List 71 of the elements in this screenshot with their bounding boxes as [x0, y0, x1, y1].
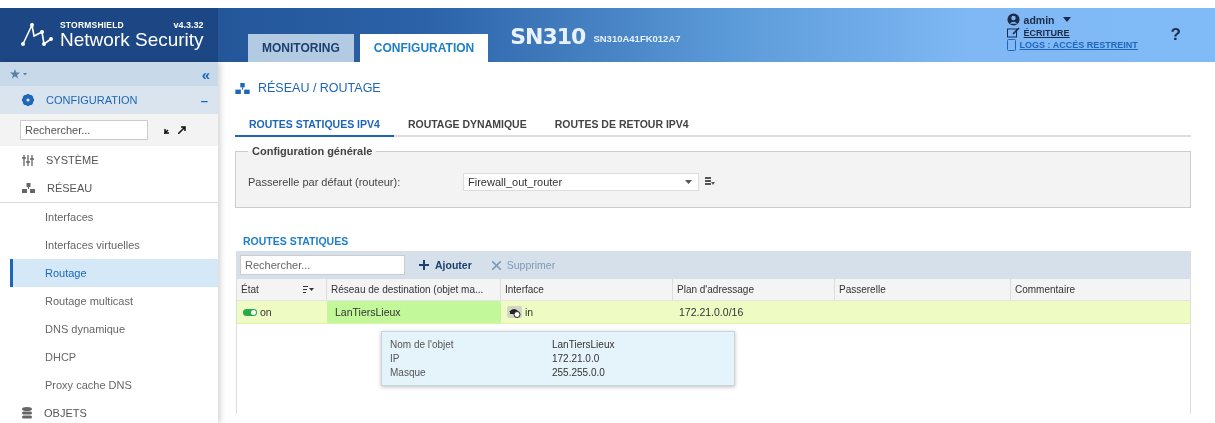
collapse-toggle[interactable]: – — [200, 92, 208, 108]
tooltip-value: 255.255.0.0 — [552, 367, 605, 378]
menu-item[interactable]: Interfaces — [10, 203, 218, 231]
menu-item[interactable]: Routage multicast — [10, 287, 218, 315]
sliders-icon — [22, 154, 34, 166]
tooltip-label: Nom de l'objet — [390, 339, 455, 350]
menu-group[interactable]: OBJETS — [0, 399, 218, 423]
menu-item[interactable]: DNS dynamique — [10, 315, 218, 343]
menu-group[interactable]: SYSTÈME — [0, 146, 218, 174]
nav-tab[interactable]: CONFIGURATION — [359, 34, 489, 62]
tooltip-value: LanTiersLieux — [552, 339, 615, 350]
tab[interactable]: ROUTES STATIQUES IPV4 — [235, 113, 394, 137]
product-name: Network Security — [60, 30, 204, 50]
serial-number: SN310A41FK012A7 — [593, 32, 681, 44]
sort-icon[interactable] — [303, 286, 314, 293]
help-button[interactable]: ? — [1166, 25, 1185, 45]
tooltip-label: IP — [390, 353, 401, 364]
logo-icon — [20, 22, 54, 48]
menu-item[interactable]: DHCP — [10, 343, 218, 371]
table-cell: in — [525, 306, 534, 318]
tab[interactable]: ROUTAGE DYNAMIQUE — [393, 113, 541, 137]
settings-icon — [22, 94, 34, 106]
collapse-all-icon[interactable] — [164, 126, 172, 134]
toggle-switch[interactable] — [243, 308, 257, 316]
add-button[interactable]: Ajouter — [417, 259, 474, 271]
close-icon — [491, 260, 501, 270]
page-title: RÉSEAU / ROUTAGE — [258, 81, 381, 95]
column-header[interactable]: Passerelle — [835, 279, 1011, 300]
expand-all-icon[interactable] — [178, 126, 186, 134]
user-icon — [1006, 13, 1020, 26]
object-list-icon[interactable] — [705, 177, 715, 187]
dropdown-icon[interactable] — [685, 180, 692, 184]
column-header[interactable]: Interface — [501, 279, 673, 300]
network-icon — [235, 82, 250, 94]
table-row[interactable]: on LanTiersLieux in 172.21.0.0/16 — [237, 301, 1190, 324]
interface-icon — [507, 306, 522, 318]
collapse-button[interactable]: « — [201, 65, 210, 83]
tooltip-label: Masque — [390, 367, 427, 378]
model-name: SN310 — [510, 23, 586, 49]
edit-icon — [1006, 27, 1020, 38]
access-link[interactable]: ÉCRITURE — [1023, 27, 1070, 38]
user-menu[interactable]: admin — [1023, 13, 1071, 26]
plus-icon — [419, 260, 429, 270]
menu-item[interactable]: Interfaces virtuelles — [10, 231, 218, 259]
menu-item[interactable]: Routage — [10, 259, 218, 287]
table-cell: on — [260, 306, 272, 318]
table-cell-text: 172.21.0.0/16 — [678, 305, 745, 320]
search-field[interactable]: Rechercher... — [240, 255, 405, 275]
menu-group[interactable]: RÉSEAU — [0, 174, 218, 203]
star-icon[interactable] — [10, 69, 30, 79]
tooltip-value: 172.21.0.0 — [552, 353, 600, 364]
brand-name: STORMSHIELD — [60, 20, 124, 30]
section-title[interactable]: CONFIGURATION — [46, 94, 189, 106]
column-header[interactable]: Réseau de destination (objet ma... — [327, 279, 501, 300]
panel-title: Configuration générale — [251, 145, 374, 157]
section-title: ROUTES STATIQUES — [243, 235, 350, 249]
nav-tab[interactable]: MONITORING — [248, 34, 354, 62]
field-label: Passerelle par défaut (routeur): — [248, 176, 402, 188]
version-label: v4.3.32 — [173, 20, 204, 30]
database-icon — [22, 407, 32, 419]
network-icon — [22, 183, 35, 193]
column-header[interactable]: État — [237, 279, 327, 300]
search-field[interactable]: Rechercher... — [20, 120, 148, 140]
gateway-select[interactable]: Firewall_out_router — [463, 173, 699, 191]
document-icon — [1006, 39, 1016, 51]
caret-icon — [1062, 17, 1071, 22]
tab[interactable]: ROUTES DE RETOUR IPV4 — [540, 113, 703, 137]
menu-item[interactable]: Proxy cache DNS — [10, 371, 218, 399]
column-header[interactable]: Plan d'adressage — [673, 279, 835, 300]
column-header[interactable]: Commentaire — [1011, 279, 1190, 300]
table-cell: LanTiersLieux — [327, 301, 501, 323]
